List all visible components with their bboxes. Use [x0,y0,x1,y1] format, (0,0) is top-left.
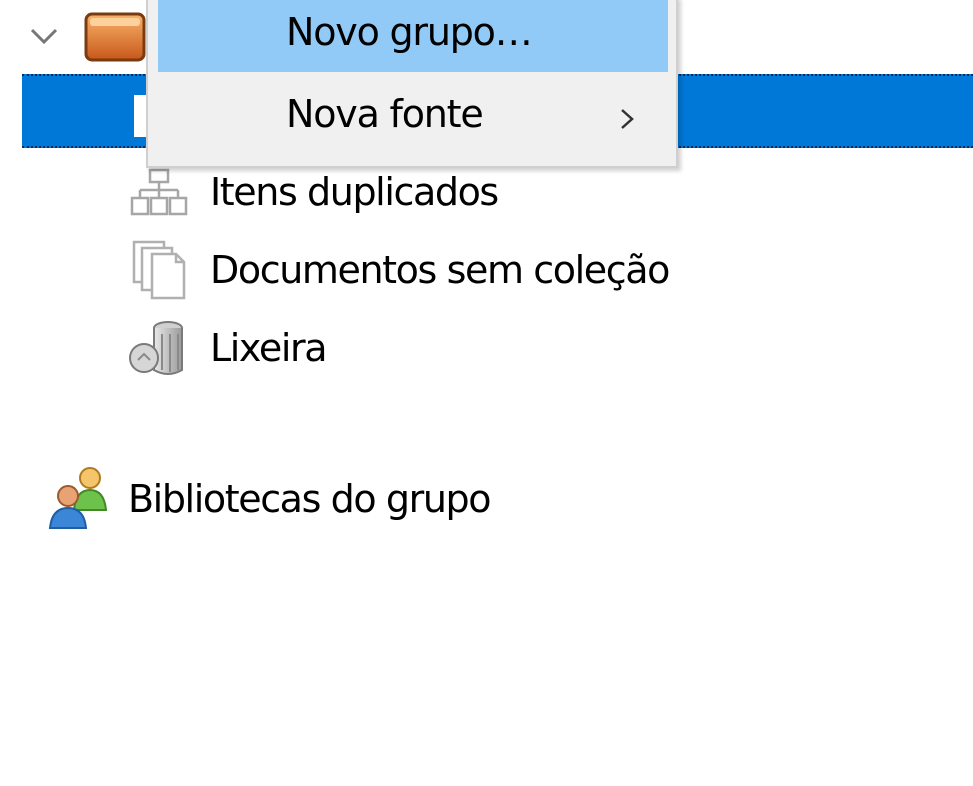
menu-item-label: Nova fonte [286,92,484,136]
duplicate-items-icon [130,168,188,216]
group-libraries-icon [48,467,108,529]
menu-item-new-group[interactable]: Novo grupo… [158,0,668,72]
tree-item-trash[interactable]: Lixeira [128,318,327,378]
tree-item-group-libraries[interactable]: Bibliotecas do grupo [46,464,492,534]
menu-item-label: Novo grupo… [286,10,533,54]
tree-item-label: Lixeira [210,326,327,370]
chevron-right-icon [621,109,634,129]
tree-item-duplicate-items[interactable]: Itens duplicados [128,162,499,222]
chevron-down-icon[interactable] [28,22,60,48]
menu-item-new-feed[interactable]: Nova fonte [158,80,668,154]
context-menu: Novo grupo… Nova fonte [146,0,678,168]
tree-item-label: Itens duplicados [210,170,499,214]
group-libraries-label: Bibliotecas do grupo [128,477,492,521]
unfiled-documents-icon [132,240,186,300]
library-icon [84,12,146,62]
trash-icon [129,321,183,375]
tree-item-label: Documentos sem coleção [210,248,670,292]
tree-item-unfiled-documents[interactable]: Documentos sem coleção [128,240,670,300]
collections-tree: Itens duplicados Documentos sem coleção [0,0,973,786]
